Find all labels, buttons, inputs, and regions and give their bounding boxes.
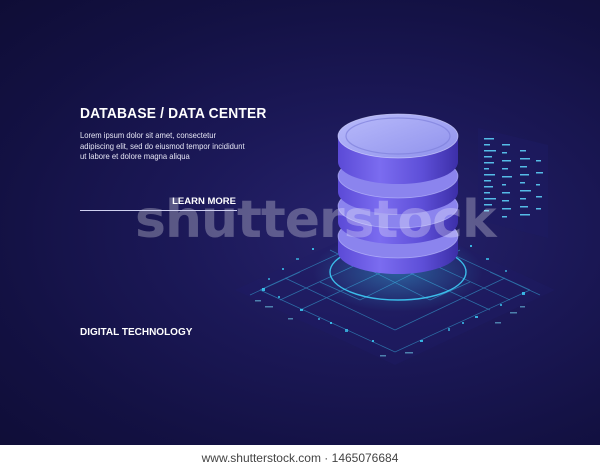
tagline: DIGITAL TECHNOLOGY <box>80 327 193 338</box>
learn-more-link[interactable]: LEARN MORE <box>80 196 240 214</box>
credit-bar: www.shutterstock.com · 1465076684 <box>0 445 600 470</box>
learn-more-underline <box>80 210 237 211</box>
learn-more-label[interactable]: LEARN MORE <box>172 196 236 207</box>
description-text: Lorem ipsum dolor sit amet, consectetur … <box>80 130 245 161</box>
page-title: DATABASE / DATA CENTER <box>80 105 267 122</box>
credit-text: www.shutterstock.com · 1465076684 <box>201 451 399 465</box>
hero-banner: shutterstock DATABASE / DATA CENTER Lore… <box>0 0 600 445</box>
